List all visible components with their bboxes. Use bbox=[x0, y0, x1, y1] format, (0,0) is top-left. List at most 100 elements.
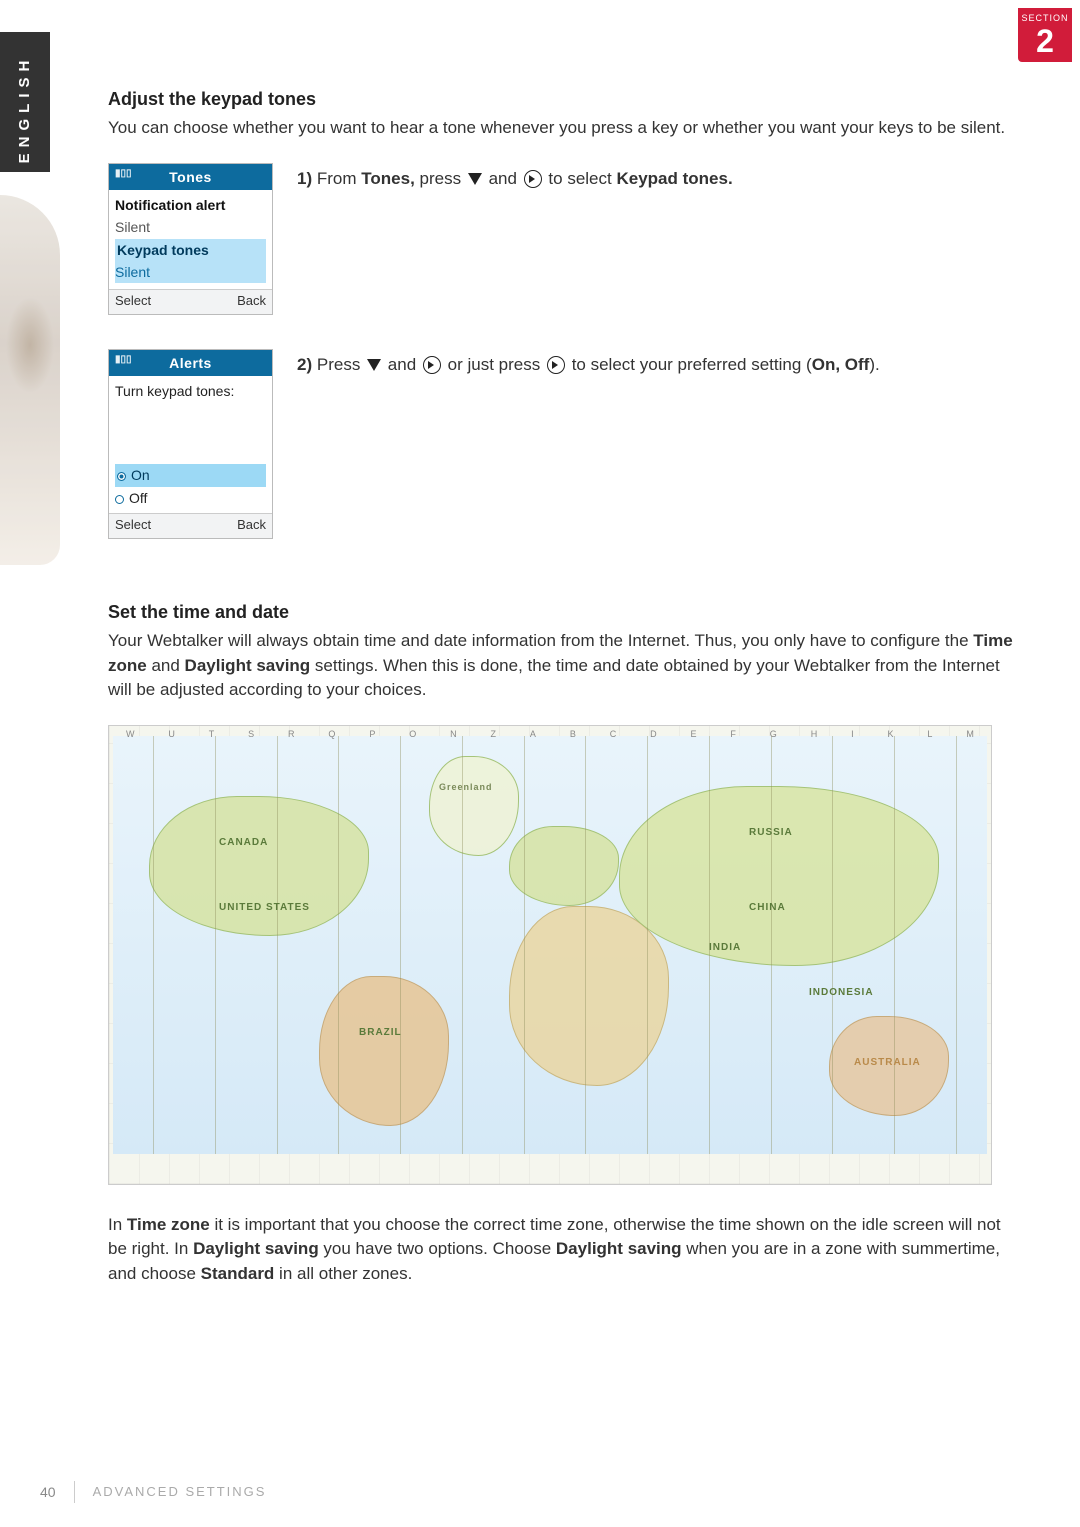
t: or just press bbox=[448, 355, 541, 374]
tick: P bbox=[369, 728, 375, 742]
step-1-text: 1) From Tones, press and to select Keypa… bbox=[297, 163, 1018, 192]
page-footer: 40 ADVANCED SETTINGS bbox=[40, 1481, 266, 1503]
t: to select your preferred setting ( bbox=[572, 355, 812, 374]
phone-softkeys: Select Back bbox=[109, 289, 272, 314]
t: Keypad tones. bbox=[616, 169, 732, 188]
t: In bbox=[108, 1215, 127, 1234]
tick: N bbox=[450, 728, 457, 742]
map-label-us: UNITED STATES bbox=[219, 901, 310, 916]
heading-keypad-tones: Adjust the keypad tones bbox=[108, 86, 1018, 112]
language-tab: ENGLISH bbox=[0, 32, 50, 172]
t: and bbox=[489, 169, 517, 188]
down-arrow-icon bbox=[367, 359, 381, 371]
softkey-select: Select bbox=[115, 516, 151, 535]
tick: L bbox=[927, 728, 932, 742]
footer-breadcrumb: ADVANCED SETTINGS bbox=[93, 1483, 267, 1502]
signal-icon: ▮▯▯ bbox=[115, 353, 132, 368]
section-badge-number: 2 bbox=[1018, 25, 1072, 57]
phone-softkeys: Select Back bbox=[109, 513, 272, 538]
nav-button-icon bbox=[524, 170, 542, 188]
tick: C bbox=[610, 728, 617, 742]
tick: Q bbox=[328, 728, 335, 742]
step-1-row: ▮▯▯ Tones Notification alert Silent Keyp… bbox=[108, 163, 1018, 315]
tick: W bbox=[126, 728, 135, 742]
radio-icon bbox=[115, 495, 124, 504]
phone-title: Tones bbox=[169, 169, 212, 185]
step-2-index: 2) bbox=[297, 355, 312, 374]
map-asia bbox=[619, 786, 939, 966]
tick: A bbox=[530, 728, 536, 742]
tick: B bbox=[570, 728, 576, 742]
t: in all other zones. bbox=[274, 1264, 412, 1283]
tick: R bbox=[288, 728, 295, 742]
option-off: Off bbox=[115, 487, 266, 509]
t: Standard bbox=[201, 1264, 275, 1283]
t: and bbox=[147, 656, 185, 675]
section-time-date: Set the time and date Your Webtalker wil… bbox=[108, 599, 1018, 1287]
phone-body: Turn keypad tones: bbox=[109, 376, 272, 460]
softkey-back: Back bbox=[237, 516, 266, 535]
t: Daylight saving bbox=[185, 656, 311, 675]
t: Daylight saving bbox=[193, 1239, 319, 1258]
tick: S bbox=[248, 728, 254, 742]
step-2-text: 2) Press and or just press to select you… bbox=[297, 349, 1018, 378]
t: Tones, bbox=[361, 169, 415, 188]
tick: H bbox=[811, 728, 818, 742]
phone-screen-alerts: ▮▯▯ Alerts Turn keypad tones: On Off Sel… bbox=[108, 349, 273, 539]
option-off-label: Off bbox=[129, 490, 147, 506]
footer-divider bbox=[74, 1481, 75, 1503]
t: From bbox=[317, 169, 357, 188]
option-on-label: On bbox=[131, 467, 150, 483]
map-label-brazil: BRAZIL bbox=[359, 1026, 402, 1041]
prompt-turn-keypad-tones: Turn keypad tones: bbox=[115, 380, 266, 402]
t: Daylight saving bbox=[556, 1239, 682, 1258]
softkey-select: Select bbox=[115, 292, 151, 311]
radio-icon bbox=[117, 472, 126, 481]
map-top-scale: WUTSRQPONZABCDEFGHIKLM bbox=[109, 728, 991, 742]
after-map-text: In Time zone it is important that you ch… bbox=[108, 1213, 1018, 1287]
tick: K bbox=[888, 728, 894, 742]
nav-button-icon bbox=[547, 356, 565, 374]
page-content: Adjust the keypad tones You can choose w… bbox=[108, 86, 1018, 1309]
t: Your Webtalker will always obtain time a… bbox=[108, 631, 973, 650]
step-1-index: 1) bbox=[297, 169, 312, 188]
map-label-china: CHINA bbox=[749, 901, 786, 916]
t: On, Off bbox=[812, 355, 870, 374]
menu-value-keypad-tones: Silent bbox=[115, 261, 266, 283]
signal-icon: ▮▯▯ bbox=[115, 167, 132, 182]
option-on: On bbox=[115, 464, 266, 486]
map-label-india: INDIA bbox=[709, 941, 741, 956]
map-europe bbox=[509, 826, 619, 906]
t: and bbox=[388, 355, 416, 374]
section-badge: SECTION 2 bbox=[1018, 8, 1072, 62]
page-number: 40 bbox=[40, 1482, 56, 1502]
phone-title: Alerts bbox=[169, 355, 212, 371]
t: Time zone bbox=[127, 1215, 210, 1234]
map-label-russia: RUSSIA bbox=[749, 826, 793, 841]
tick: D bbox=[650, 728, 657, 742]
map-greenland bbox=[429, 756, 519, 856]
tick: O bbox=[409, 728, 416, 742]
world-timezone-map: WUTSRQPONZABCDEFGHIKLM CANADA UNITED STA… bbox=[108, 725, 992, 1185]
t: to select bbox=[548, 169, 611, 188]
tick: M bbox=[966, 728, 974, 742]
intro-time-date: Your Webtalker will always obtain time a… bbox=[108, 629, 1018, 703]
map-label-indonesia: INDONESIA bbox=[809, 986, 874, 1001]
tick: T bbox=[209, 728, 215, 742]
nav-button-icon bbox=[423, 356, 441, 374]
heading-time-date: Set the time and date bbox=[108, 599, 1018, 625]
tick: U bbox=[168, 728, 175, 742]
phone-screen-tones: ▮▯▯ Tones Notification alert Silent Keyp… bbox=[108, 163, 273, 315]
menu-value-notification-alert: Silent bbox=[115, 216, 266, 238]
map-africa bbox=[509, 906, 669, 1086]
intro-keypad-tones: You can choose whether you want to hear … bbox=[108, 116, 1018, 141]
softkey-back: Back bbox=[237, 292, 266, 311]
phone-titlebar: ▮▯▯ Alerts bbox=[109, 350, 272, 376]
down-arrow-icon bbox=[468, 173, 482, 185]
language-label: ENGLISH bbox=[14, 55, 36, 164]
option-list: On Off bbox=[109, 460, 272, 513]
tick: Z bbox=[491, 728, 497, 742]
t: Press bbox=[317, 355, 360, 374]
map-label-greenland: Greenland bbox=[439, 781, 493, 794]
phone-body: Notification alert Silent Keypad tones S… bbox=[109, 190, 272, 289]
